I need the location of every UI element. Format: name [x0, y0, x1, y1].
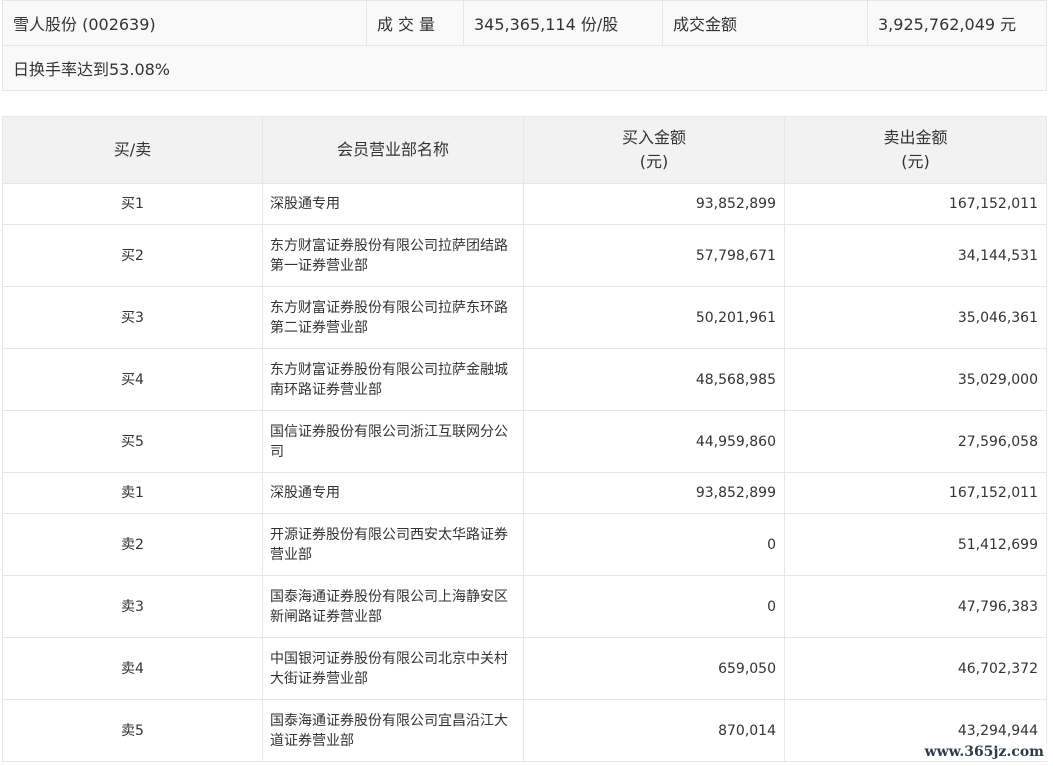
row-sell: 167,152,011 — [784, 472, 1047, 514]
row-buy: 93,852,899 — [523, 472, 785, 514]
row-name: 中国银河证券股份有限公司北京中关村大街证券营业部 — [262, 637, 524, 700]
row-name: 深股通专用 — [262, 183, 524, 225]
row-sell: 35,029,000 — [784, 348, 1047, 411]
stock-name: 雪人股份 (002639) — [2, 0, 367, 46]
table-row: 卖1 深股通专用 93,852,899 167,152,011 — [2, 472, 1047, 514]
table-row: 买1 深股通专用 93,852,899 167,152,011 — [2, 183, 1047, 225]
row-buy: 870,014 — [523, 699, 785, 762]
row-sell: 51,412,699 — [784, 513, 1047, 576]
row-side: 买3 — [2, 286, 263, 349]
row-sell: 47,796,383 — [784, 575, 1047, 638]
row-name: 深股通专用 — [262, 472, 524, 514]
table-row: 买2 东方财富证券股份有限公司拉萨团结路第一证券营业部 57,798,671 3… — [2, 224, 1047, 287]
row-buy: 48,568,985 — [523, 348, 785, 411]
table-row: 卖2 开源证券股份有限公司西安太华路证券营业部 0 51,412,699 — [2, 513, 1047, 576]
row-buy: 93,852,899 — [523, 183, 785, 225]
row-name: 东方财富证券股份有限公司拉萨东环路第二证券营业部 — [262, 286, 524, 349]
row-name: 国泰海通证券股份有限公司宜昌沿江大道证券营业部 — [262, 699, 524, 762]
amount-value: 3,925,762,049 元 — [867, 0, 1047, 46]
row-name: 东方财富证券股份有限公司拉萨团结路第一证券营业部 — [262, 224, 524, 287]
turnover-note: 日换手率达到53.08% — [2, 45, 1047, 91]
row-buy: 50,201,961 — [523, 286, 785, 349]
row-buy: 44,959,860 — [523, 410, 785, 473]
row-name: 开源证券股份有限公司西安太华路证券营业部 — [262, 513, 524, 576]
amount-label: 成交金额 — [662, 0, 868, 46]
header-buy-title: 买入金额 — [621, 128, 686, 147]
header-buy: 买入金额 (元) — [523, 116, 785, 184]
row-side: 卖3 — [2, 575, 263, 638]
header-row: 买/卖 会员营业部名称 买入金额 (元) 卖出金额 (元) — [2, 116, 1047, 184]
header-sell-unit: (元) — [901, 152, 930, 171]
row-buy: 0 — [523, 575, 785, 638]
row-name: 国信证券股份有限公司浙江互联网分公司 — [262, 410, 524, 473]
row-side: 买5 — [2, 410, 263, 473]
header-sell: 卖出金额 (元) — [784, 116, 1047, 184]
row-side: 卖5 — [2, 699, 263, 762]
table-row: 卖4 中国银河证券股份有限公司北京中关村大街证券营业部 659,050 46,7… — [2, 637, 1047, 700]
row-name: 东方财富证券股份有限公司拉萨金融城南环路证券营业部 — [262, 348, 524, 411]
row-buy: 659,050 — [523, 637, 785, 700]
row-name: 国泰海通证券股份有限公司上海静安区新闸路证券营业部 — [262, 575, 524, 638]
trading-detail-table: 买/卖 会员营业部名称 买入金额 (元) 卖出金额 (元) 买1 深股通专用 93,… — [2, 116, 1047, 762]
row-sell: 27,596,058 — [784, 410, 1047, 473]
row-sell: 35,046,361 — [784, 286, 1047, 349]
stock-summary-table: 雪人股份 (002639) 成交量 345,365,114 份/股 成交金额 3… — [2, 0, 1047, 91]
table-row: 买5 国信证券股份有限公司浙江互联网分公司 44,959,860 27,596,… — [2, 410, 1047, 473]
table-row: 卖3 国泰海通证券股份有限公司上海静安区新闸路证券营业部 0 47,796,38… — [2, 575, 1047, 638]
row-buy: 0 — [523, 513, 785, 576]
row-sell: 46,702,372 — [784, 637, 1047, 700]
volume-label: 成交量 — [366, 0, 464, 46]
row-side: 卖4 — [2, 637, 263, 700]
header-buy-unit: (元) — [639, 152, 669, 171]
row-side: 买4 — [2, 348, 263, 411]
header-side: 买/卖 — [2, 116, 263, 184]
table-row: 卖5 国泰海通证券股份有限公司宜昌沿江大道证券营业部 870,014 43,29… — [2, 699, 1047, 762]
row-side: 卖1 — [2, 472, 263, 514]
table-row: 买4 东方财富证券股份有限公司拉萨金融城南环路证券营业部 48,568,985 … — [2, 348, 1047, 411]
turnover-row: 日换手率达到53.08% — [2, 45, 1047, 91]
site-watermark: www.365jz.com — [921, 744, 1047, 760]
row-side: 买1 — [2, 183, 263, 225]
row-side: 买2 — [2, 224, 263, 287]
header-sell-title: 卖出金额 — [883, 128, 948, 147]
row-sell: 34,144,531 — [784, 224, 1047, 287]
table-row: 买3 东方财富证券股份有限公司拉萨东环路第二证券营业部 50,201,961 3… — [2, 286, 1047, 349]
summary-row: 雪人股份 (002639) 成交量 345,365,114 份/股 成交金额 3… — [2, 0, 1047, 46]
volume-value: 345,365,114 份/股 — [463, 0, 663, 46]
row-buy: 57,798,671 — [523, 224, 785, 287]
header-name: 会员营业部名称 — [262, 116, 524, 184]
row-side: 卖2 — [2, 513, 263, 576]
row-sell: 167,152,011 — [784, 183, 1047, 225]
